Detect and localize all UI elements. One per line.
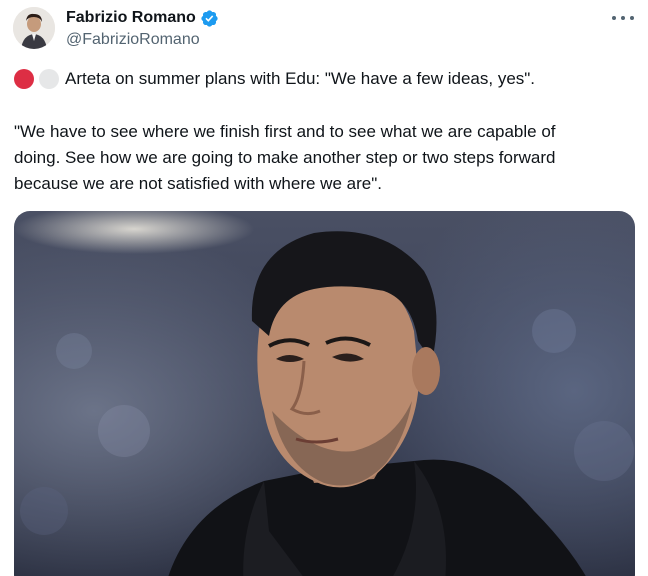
tweet-quote-line: doing. See how we are going to make anot… (14, 148, 556, 167)
more-dot (630, 16, 634, 20)
tweet-quote-line: because we are not satisfied with where … (14, 174, 382, 193)
tweet-quote-line: "We have to see where we finish first an… (14, 122, 556, 141)
verified-badge-icon (201, 9, 218, 27)
more-dot (612, 16, 616, 20)
author-name-row: Fabrizio Romano (66, 8, 219, 28)
tweet-card: Fabrizio Romano @FabrizioRomano Arteta o… (0, 0, 648, 576)
white-circle-emoji-icon (39, 69, 59, 89)
tweet-headline-text: Arteta on summer plans with Edu: "We hav… (65, 69, 536, 88)
more-options-icon[interactable] (612, 8, 634, 28)
avatar-photo-icon (13, 7, 55, 49)
tweet-headline: Arteta on summer plans with Edu: "We hav… (14, 67, 535, 91)
red-circle-emoji-icon (14, 69, 34, 89)
arteta-portrait-image (20, 231, 634, 576)
author-display-name[interactable]: Fabrizio Romano (66, 8, 196, 28)
tweet-photo[interactable] (14, 211, 635, 576)
more-dot (621, 16, 625, 20)
author-avatar[interactable] (13, 7, 55, 49)
author-handle[interactable]: @FabrizioRomano (66, 30, 200, 50)
tweet-quote: "We have to see where we finish first an… (14, 119, 634, 197)
